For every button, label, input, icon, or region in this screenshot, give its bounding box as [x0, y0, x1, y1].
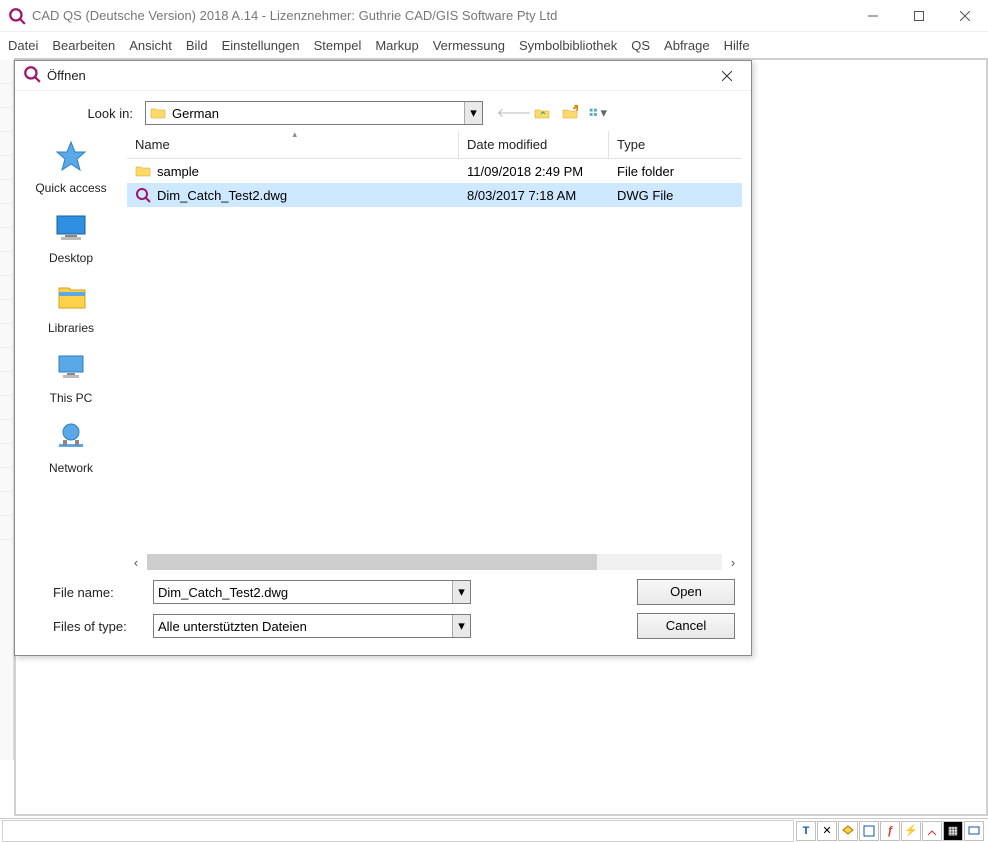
- horizontal-scrollbar[interactable]: ‹ ›: [127, 553, 742, 571]
- status-bolt-icon[interactable]: ⚡: [901, 821, 921, 841]
- menu-einstellungen[interactable]: Einstellungen: [222, 38, 300, 53]
- file-row[interactable]: sample 11/09/2018 2:49 PM File folder: [127, 159, 742, 183]
- status-text-icon[interactable]: T: [796, 821, 816, 841]
- menu-markup[interactable]: Markup: [375, 38, 418, 53]
- filename-field[interactable]: Dim_Catch_Test2.dwg ▾: [153, 580, 471, 604]
- status-layer-icon[interactable]: [838, 821, 858, 841]
- place-libraries[interactable]: Libraries: [48, 277, 94, 335]
- dialog-icon: [23, 65, 41, 86]
- dialog-close-button[interactable]: [709, 64, 745, 88]
- place-network[interactable]: Network: [49, 417, 93, 475]
- status-screen-icon[interactable]: [964, 821, 984, 841]
- star-icon: [50, 137, 92, 179]
- menubar: Datei Bearbeiten Ansicht Bild Einstellun…: [0, 32, 988, 58]
- col-name[interactable]: Name ▴: [127, 131, 459, 158]
- menu-qs[interactable]: QS: [631, 38, 650, 53]
- menu-symbolbibliothek[interactable]: Symbolbibliothek: [519, 38, 617, 53]
- lookin-select[interactable]: German ▾: [145, 101, 483, 125]
- menu-bearbeiten[interactable]: Bearbeiten: [52, 38, 115, 53]
- scroll-right-icon[interactable]: ›: [724, 553, 742, 571]
- col-type[interactable]: Type: [609, 131, 742, 158]
- filetype-label: Files of type:: [25, 619, 137, 634]
- dwg-file-icon: [135, 187, 151, 203]
- filetype-field[interactable]: Alle unterstützten Dateien ▾: [153, 614, 471, 638]
- open-button[interactable]: Open: [637, 579, 735, 605]
- dropdown-icon[interactable]: ▾: [452, 615, 470, 637]
- back-icon[interactable]: 🡐: [505, 104, 523, 122]
- libraries-icon: [50, 277, 92, 319]
- col-date[interactable]: Date modified: [459, 131, 609, 158]
- file-header: Name ▴ Date modified Type: [127, 131, 742, 159]
- status-text: [2, 820, 794, 842]
- minimize-button[interactable]: [850, 0, 896, 32]
- up-folder-icon[interactable]: [533, 104, 551, 122]
- file-list: Name ▴ Date modified Type sample 11/09/2…: [127, 131, 751, 571]
- place-desktop[interactable]: Desktop: [49, 207, 93, 265]
- network-icon: [50, 417, 92, 459]
- file-row[interactable]: Dim_Catch_Test2.dwg 8/03/2017 7:18 AM DW…: [127, 183, 742, 207]
- menu-vermessung[interactable]: Vermessung: [433, 38, 505, 53]
- folder-icon: [135, 163, 151, 179]
- sort-asc-icon: ▴: [293, 129, 298, 140]
- lookin-value: German: [172, 106, 219, 121]
- place-quick-access[interactable]: Quick access: [35, 137, 106, 195]
- statusbar: T ✕ ƒ ⚡ ▦: [0, 818, 988, 842]
- place-this-pc[interactable]: This PC: [50, 347, 93, 405]
- status-snap-icon[interactable]: [922, 821, 942, 841]
- svg-text:✱: ✱: [572, 105, 578, 114]
- menu-stempel[interactable]: Stempel: [314, 38, 362, 53]
- left-toolstrip: [0, 60, 14, 760]
- status-close-icon[interactable]: ✕: [817, 821, 837, 841]
- dropdown-icon[interactable]: ▾: [464, 102, 482, 124]
- scroll-left-icon[interactable]: ‹: [127, 553, 145, 571]
- menu-bild[interactable]: Bild: [186, 38, 208, 53]
- menu-datei[interactable]: Datei: [8, 38, 38, 53]
- app-icon: [8, 7, 26, 25]
- menu-ansicht[interactable]: Ansicht: [129, 38, 172, 53]
- desktop-icon: [50, 207, 92, 249]
- titlebar: CAD QS (Deutsche Version) 2018 A.14 - Li…: [0, 0, 988, 32]
- dialog-title: Öffnen: [47, 68, 86, 83]
- lookin-label: Look in:: [25, 106, 139, 121]
- folder-icon: [150, 105, 166, 121]
- cancel-button[interactable]: Cancel: [637, 613, 735, 639]
- filename-label: File name:: [25, 585, 137, 600]
- places-bar: Quick access Desktop Libraries This PC: [15, 131, 127, 571]
- app-title: CAD QS (Deutsche Version) 2018 A.14 - Li…: [32, 8, 557, 23]
- maximize-button[interactable]: [896, 0, 942, 32]
- status-grid-icon[interactable]: ▦: [943, 821, 963, 841]
- menu-abfrage[interactable]: Abfrage: [664, 38, 710, 53]
- menu-hilfe[interactable]: Hilfe: [724, 38, 750, 53]
- close-button[interactable]: [942, 0, 988, 32]
- view-menu-icon[interactable]: ▾: [589, 104, 607, 122]
- dropdown-icon[interactable]: ▾: [452, 581, 470, 603]
- pc-icon: [50, 347, 92, 389]
- status-refresh-icon[interactable]: ƒ: [880, 821, 900, 841]
- status-window-icon[interactable]: [859, 821, 879, 841]
- open-dialog: Öffnen Look in: German ▾ 🡐 ✱ ▾: [14, 60, 752, 656]
- new-folder-icon[interactable]: ✱: [561, 104, 579, 122]
